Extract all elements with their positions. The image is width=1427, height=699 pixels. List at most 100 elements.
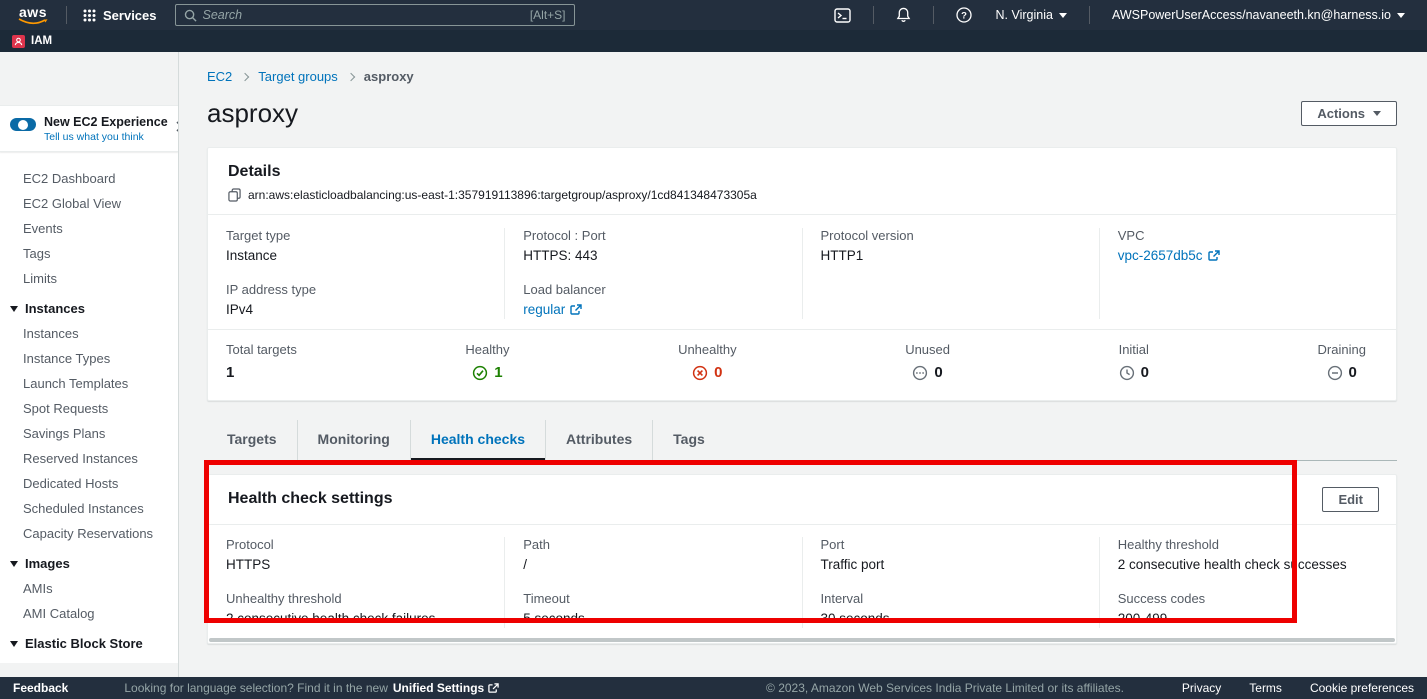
- breadcrumb-separator-icon: [347, 72, 355, 80]
- tell-us-link[interactable]: Tell us what you think: [44, 131, 168, 143]
- field-label: Healthy threshold: [1118, 537, 1378, 552]
- search-icon: [184, 9, 197, 22]
- notifications-button[interactable]: [884, 7, 923, 23]
- sidebar-item-instance-types[interactable]: Instance Types: [0, 346, 178, 371]
- tab-targets[interactable]: Targets: [207, 420, 297, 460]
- copy-icon[interactable]: [228, 188, 241, 202]
- vpc-link[interactable]: vpc-2657db5c: [1118, 248, 1220, 263]
- sidebar-item-spot-requests[interactable]: Spot Requests: [0, 396, 178, 421]
- new-experience-toggle[interactable]: [10, 118, 36, 131]
- sidebar-items: EC2 Dashboard EC2 Global View Events Tag…: [0, 152, 178, 677]
- sidebar-item-limits[interactable]: Limits: [0, 266, 178, 291]
- chevron-down-icon: [1059, 13, 1067, 18]
- top-navigation-bar: aws Services [Alt+S]: [0, 0, 1427, 30]
- tab-monitoring[interactable]: Monitoring: [297, 420, 410, 460]
- sidebar-navigation: New EC2 Experience Tell us what you thin…: [0, 52, 179, 677]
- topbar-right-controls: ? N. Virginia AWSPowerUserAccess/navanee…: [822, 6, 1417, 24]
- details-header: Details arn:aws:elasticloadbalancing:us-…: [208, 148, 1396, 214]
- region-selector[interactable]: N. Virginia: [984, 8, 1079, 22]
- details-column-4: VPC vpc-2657db5c: [1099, 228, 1396, 319]
- new-experience-title: New EC2 Experience: [44, 115, 168, 129]
- field-label: Unhealthy threshold: [226, 591, 486, 606]
- sidebar-item-ec2-global-view[interactable]: EC2 Global View: [0, 191, 178, 216]
- page-title: asproxy: [207, 98, 298, 129]
- services-menu-button[interactable]: Services: [77, 8, 163, 23]
- sidebar-item-capacity-reservations[interactable]: Capacity Reservations: [0, 521, 178, 546]
- terms-link[interactable]: Terms: [1249, 681, 1282, 695]
- tab-health-checks[interactable]: Health checks: [410, 420, 545, 460]
- help-button[interactable]: ?: [944, 7, 984, 23]
- footer-right: © 2023, Amazon Web Services India Privat…: [766, 681, 1414, 695]
- sidebar-item-ec2-dashboard[interactable]: EC2 Dashboard: [0, 166, 178, 191]
- hc-column-3: Port Traffic port Interval 30 seconds: [802, 537, 1099, 628]
- page-header: asproxy Actions: [207, 97, 1397, 129]
- feedback-button[interactable]: Feedback: [13, 681, 68, 695]
- field-label: Load balancer: [523, 282, 783, 297]
- target-type-value: Instance: [226, 248, 486, 263]
- close-panel-button[interactable]: [176, 119, 179, 137]
- unified-settings-link[interactable]: Unified Settings: [393, 681, 499, 695]
- details-column-3: Protocol version HTTP1: [802, 228, 1099, 319]
- draining-minus-icon: [1327, 365, 1343, 381]
- search-input[interactable]: [203, 8, 524, 22]
- chevron-expanded-icon: [10, 306, 18, 312]
- bell-icon: [896, 7, 911, 23]
- hc-healthy-threshold-value: 2 consecutive health check successes: [1118, 557, 1378, 572]
- external-link-icon: [1208, 250, 1220, 262]
- hc-interval-value: 30 seconds: [821, 611, 1081, 626]
- breadcrumb-ec2-link[interactable]: EC2: [207, 69, 232, 84]
- sidebar-item-launch-templates[interactable]: Launch Templates: [0, 371, 178, 396]
- svg-text:?: ?: [961, 10, 967, 21]
- hc-protocol-value: HTTPS: [226, 557, 486, 572]
- sidebar-top-gap: [0, 52, 178, 105]
- tab-tags[interactable]: Tags: [652, 420, 725, 460]
- services-label: Services: [103, 8, 157, 23]
- nav-divider: [1089, 6, 1090, 24]
- sidebar-item-dedicated-hosts[interactable]: Dedicated Hosts: [0, 471, 178, 496]
- details-column-1: Target type Instance IP address type IPv…: [208, 228, 504, 319]
- healthy-check-icon: [472, 365, 488, 381]
- search-bar[interactable]: [Alt+S]: [175, 4, 575, 26]
- sidebar-item-events[interactable]: Events: [0, 216, 178, 241]
- hc-timeout-value: 5 seconds: [523, 611, 783, 626]
- field-label: Protocol : Port: [523, 228, 783, 243]
- new-experience-panel: New EC2 Experience Tell us what you thin…: [0, 105, 178, 152]
- account-menu[interactable]: AWSPowerUserAccess/navaneeth.kn@harness.…: [1100, 8, 1417, 22]
- actions-button[interactable]: Actions: [1301, 101, 1397, 126]
- nav-divider: [933, 6, 934, 24]
- target-group-arn: arn:aws:elasticloadbalancing:us-east-1:3…: [248, 188, 757, 202]
- close-icon: [176, 121, 179, 132]
- sidebar-item-ami-catalog[interactable]: AMI Catalog: [0, 601, 178, 626]
- details-field-grid: Target type Instance IP address type IPv…: [208, 214, 1396, 329]
- copyright-text: © 2023, Amazon Web Services India Privat…: [766, 681, 1124, 695]
- sidebar-item-scheduled-instances[interactable]: Scheduled Instances: [0, 496, 178, 521]
- sidebar-item-reserved-instances[interactable]: Reserved Instances: [0, 446, 178, 471]
- sidebar-section-images[interactable]: Images: [0, 546, 178, 576]
- language-hint: Looking for language selection? Find it …: [124, 681, 388, 695]
- field-label: VPC: [1118, 228, 1378, 243]
- favorite-iam-shortcut[interactable]: IAM: [12, 35, 52, 48]
- edit-button[interactable]: Edit: [1322, 487, 1379, 512]
- sidebar-item-amis[interactable]: AMIs: [0, 576, 178, 601]
- cookie-preferences-link[interactable]: Cookie preferences: [1310, 681, 1414, 695]
- ip-address-type-value: IPv4: [226, 302, 486, 317]
- hc-success-codes-value: 200-499: [1118, 611, 1378, 626]
- account-label: AWSPowerUserAccess/navaneeth.kn@harness.…: [1112, 8, 1391, 22]
- sidebar-section-instances[interactable]: Instances: [0, 291, 178, 321]
- privacy-link[interactable]: Privacy: [1182, 681, 1221, 695]
- sidebar-section-elastic-block-store[interactable]: Elastic Block Store: [0, 626, 178, 656]
- sidebar-item-tags[interactable]: Tags: [0, 241, 178, 266]
- load-balancer-link[interactable]: regular: [523, 302, 582, 317]
- sidebar-item-savings-plans[interactable]: Savings Plans: [0, 421, 178, 446]
- field-label: IP address type: [226, 282, 486, 297]
- aws-logo[interactable]: aws: [18, 6, 48, 25]
- grid-icon: [83, 9, 96, 22]
- field-label: Protocol: [226, 537, 486, 552]
- details-column-2: Protocol : Port HTTPS: 443 Load balancer…: [504, 228, 801, 319]
- tab-attributes[interactable]: Attributes: [545, 420, 652, 460]
- horizontal-scrollbar[interactable]: [209, 638, 1395, 642]
- breadcrumb-target-groups-link[interactable]: Target groups: [258, 69, 338, 84]
- cloudshell-button[interactable]: [822, 8, 863, 23]
- main-content: EC2 Target groups asproxy asproxy Action…: [180, 52, 1427, 677]
- sidebar-item-instances[interactable]: Instances: [0, 321, 178, 346]
